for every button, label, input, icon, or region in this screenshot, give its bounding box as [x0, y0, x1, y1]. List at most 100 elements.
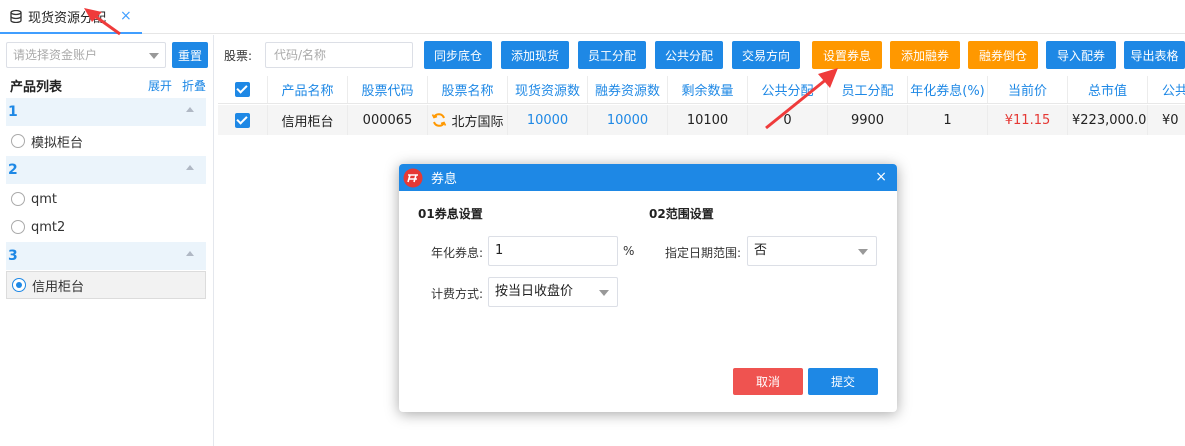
select-all-checkbox-cell[interactable]: [218, 76, 268, 103]
group-label: 1: [8, 104, 18, 120]
close-icon[interactable]: ×: [875, 169, 887, 185]
section-interest-settings: 01券息设置: [418, 207, 483, 221]
chevron-down-icon: [599, 290, 609, 296]
tab-spot-resource-allocation[interactable]: 现货资源分配 ×: [0, 0, 142, 34]
chevron-up-icon[interactable]: [186, 165, 194, 170]
table-header: 产品名称 股票代码 股票名称 现货资源数 融券资源数 剩余数量 公共分配 员工分…: [218, 76, 1185, 104]
cancel-button[interactable]: 取消: [733, 368, 803, 395]
expand-all-link[interactable]: 展开: [148, 77, 172, 94]
stock-label: 股票:: [224, 49, 253, 63]
column-header[interactable]: 员工分配: [828, 76, 908, 103]
employee-allocate-button[interactable]: 员工分配: [578, 41, 646, 69]
rate-label: 年化券息:: [430, 246, 483, 260]
fee-method-value: 按当日收盘价: [495, 284, 574, 299]
import-allocation-button[interactable]: 导入配券: [1046, 41, 1116, 69]
stock-search-input[interactable]: 代码/名称: [265, 42, 413, 68]
chevron-down-icon: [149, 53, 159, 59]
cell-remaining-qty: 10100: [668, 105, 748, 135]
row-checkbox-cell[interactable]: [218, 105, 268, 135]
product-item-label: 信用柜台: [32, 279, 85, 295]
cell-stock-name: 北方国际: [428, 105, 508, 135]
cell-public-allocation: 0: [748, 105, 828, 135]
column-header[interactable]: 股票名称: [428, 76, 508, 103]
cell-product-name: 信用柜台: [268, 105, 348, 135]
add-spot-button[interactable]: 添加现货: [501, 41, 569, 69]
account-select[interactable]: 请选择资金账户: [6, 42, 166, 68]
dialog-header: 券息 ×: [399, 164, 897, 191]
trade-direction-button[interactable]: 交易方向: [732, 41, 800, 69]
product-item-mock-counter[interactable]: 模拟柜台: [6, 127, 206, 155]
cell-stock-code: 000065: [348, 105, 428, 135]
radio-button-selected[interactable]: [12, 278, 26, 292]
column-header[interactable]: 融券资源数: [588, 76, 668, 103]
date-range-value: 否: [754, 243, 768, 258]
public-allocate-button[interactable]: 公共分配: [655, 41, 723, 69]
rate-unit: %: [623, 244, 635, 258]
radio-button[interactable]: [11, 134, 25, 148]
sidebar: 请选择资金账户 重置 产品列表 展开 折叠 1 模拟柜台 2 qmt qmt2 …: [0, 35, 214, 446]
radio-button[interactable]: [11, 220, 25, 234]
chevron-up-icon[interactable]: [186, 107, 194, 112]
tab-bar: 现货资源分配 ×: [0, 0, 1185, 34]
cell-annual-interest: 1: [908, 105, 988, 135]
collapse-all-link[interactable]: 折叠: [182, 77, 206, 94]
chevron-up-icon[interactable]: [186, 251, 194, 256]
lending-transfer-button[interactable]: 融券倒仓: [968, 41, 1038, 69]
column-header[interactable]: 现货资源数: [508, 76, 588, 103]
app-logo-icon: [403, 168, 423, 187]
interest-dialog: 券息 × 01券息设置 02范围设置 年化券息: 1 % 指定日期范围: 否 计…: [399, 164, 897, 412]
tab-label: 现货资源分配: [28, 10, 107, 26]
cell-employee-allocation: 9900: [828, 105, 908, 135]
section-range-settings: 02范围设置: [649, 207, 714, 221]
product-group-2[interactable]: 2: [6, 156, 206, 184]
toolbar: 股票: 代码/名称 同步底仓 添加现货 员工分配 公共分配 交易方向 设置券息 …: [218, 35, 1185, 73]
product-item-label: 模拟柜台: [31, 135, 84, 151]
group-label: 3: [8, 248, 18, 264]
export-table-button[interactable]: 导出表格: [1124, 41, 1185, 69]
tab-close-icon[interactable]: ×: [120, 8, 132, 24]
column-header[interactable]: 公共: [1148, 76, 1185, 103]
product-list-header: 产品列表 展开 折叠: [10, 75, 206, 95]
product-item-credit-counter[interactable]: 信用柜台: [6, 271, 206, 299]
sync-position-button[interactable]: 同步底仓: [424, 41, 492, 69]
range-label: 指定日期范围:: [664, 246, 741, 260]
fee-method-select[interactable]: 按当日收盘价: [488, 277, 618, 307]
chevron-down-icon: [858, 249, 868, 255]
checkbox-checked[interactable]: [235, 112, 250, 128]
database-icon: [10, 9, 22, 23]
product-item-label: qmt: [31, 191, 58, 207]
checkbox-checked[interactable]: [235, 82, 250, 97]
cell-lending-resource-link[interactable]: 10000: [588, 105, 668, 135]
column-header[interactable]: 公共分配: [748, 76, 828, 103]
column-header[interactable]: 当前价: [988, 76, 1068, 103]
cell-total-market-value: ¥223,000.0: [1068, 105, 1148, 135]
product-item-qmt[interactable]: qmt: [6, 185, 206, 213]
fee-method-label: 计费方式:: [430, 287, 483, 301]
cell-current-price: ¥11.15: [988, 105, 1068, 135]
cell-public-value: ¥0: [1162, 112, 1179, 128]
set-interest-button[interactable]: 设置券息: [812, 41, 882, 69]
stock-name-label: 北方国际: [451, 114, 504, 130]
product-group-1[interactable]: 1: [6, 98, 206, 126]
column-header[interactable]: 剩余数量: [668, 76, 748, 103]
column-header[interactable]: 总市值: [1068, 76, 1148, 103]
submit-button[interactable]: 提交: [808, 368, 878, 395]
product-item-label: qmt2: [31, 219, 66, 235]
product-item-qmt2[interactable]: qmt2: [6, 213, 206, 241]
annual-rate-input[interactable]: 1: [488, 236, 618, 266]
reset-button[interactable]: 重置: [172, 42, 208, 68]
date-range-select[interactable]: 否: [747, 236, 877, 266]
account-select-placeholder: 请选择资金账户: [13, 48, 98, 62]
column-header[interactable]: 股票代码: [348, 76, 428, 103]
cell-spot-resource-link[interactable]: 10000: [508, 105, 588, 135]
product-list-title: 产品列表: [10, 79, 63, 95]
group-label: 2: [8, 162, 18, 178]
product-group-3[interactable]: 3: [6, 242, 206, 270]
refresh-icon: [432, 113, 447, 127]
radio-button[interactable]: [11, 192, 25, 206]
column-header[interactable]: 年化券息(%): [908, 76, 988, 103]
table-row[interactable]: 信用柜台 000065 北方国际 10000 10000 10100 0 990…: [218, 105, 1185, 135]
add-securities-lending-button[interactable]: 添加融券: [890, 41, 960, 69]
dialog-title: 券息: [431, 172, 458, 187]
column-header[interactable]: 产品名称: [268, 76, 348, 103]
